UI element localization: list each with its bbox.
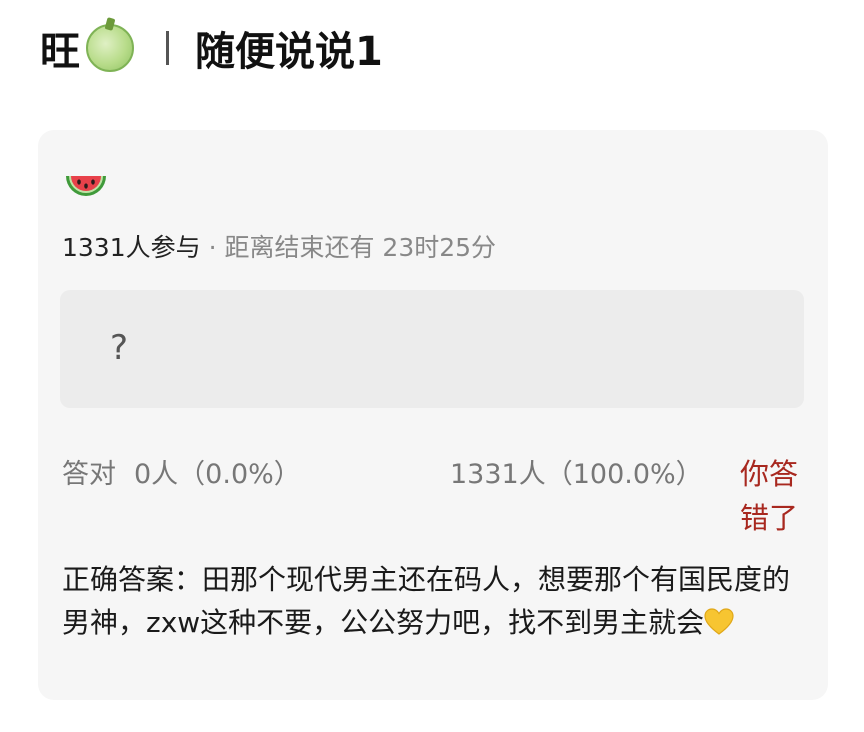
page-title: 随便说说1	[195, 29, 383, 75]
correct-label: 答对	[62, 459, 116, 490]
header-divider	[166, 31, 169, 65]
header-name: 旺	[40, 29, 80, 75]
answer-text: 正确答案：田那个现代男主还在码人，想要那个有国民度的男神，zxw这种不要，公公努…	[62, 563, 791, 639]
page-header: 旺 随便说说1	[40, 18, 383, 78]
participant-count: 1331人参与	[62, 233, 201, 262]
melon-icon	[86, 24, 134, 72]
yellow-heart-icon	[704, 608, 734, 635]
correct-answer: 正确答案：田那个现代男主还在码人，想要那个有国民度的男神，zxw这种不要，公公努…	[62, 558, 802, 644]
correct-result: 答对 0人（0.0%）	[62, 452, 301, 491]
wrong-answer-label: 你答错了	[740, 457, 799, 535]
meta-separator: ·	[200, 233, 225, 262]
countdown-text: 距离结束还有 23时25分	[224, 233, 497, 262]
question-text: ?	[110, 328, 129, 368]
watermelon-icon	[66, 176, 106, 196]
quiz-meta: 1331人参与 · 距离结束还有 23时25分	[62, 228, 496, 264]
correct-count: 0人（0.0%）	[134, 459, 301, 490]
question-box: ?	[60, 290, 804, 408]
other-count: 1331人（100.0%）	[450, 459, 703, 490]
other-result: 1331人（100.0%）	[450, 452, 703, 491]
quiz-card: 1331人参与 · 距离结束还有 23时25分 ? 答对 0人（0.0%） 133…	[38, 130, 828, 700]
